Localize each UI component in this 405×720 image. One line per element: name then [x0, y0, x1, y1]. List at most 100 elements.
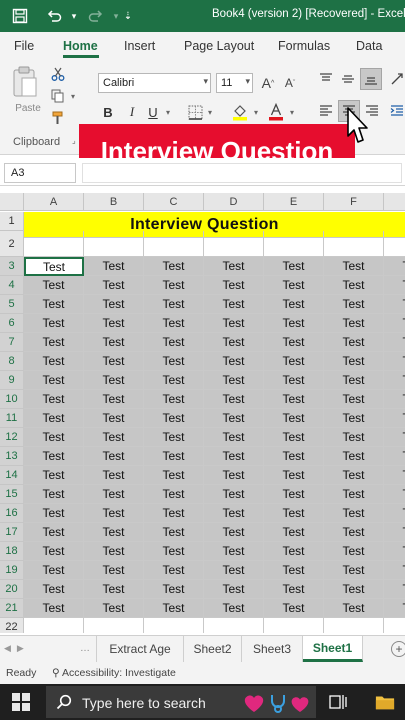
tab-insert[interactable]: Insert — [124, 39, 155, 53]
table-cell[interactable]: Test — [24, 561, 84, 580]
font-size-select[interactable]: 11 ▾ — [216, 73, 253, 93]
table-cell[interactable]: Test — [204, 580, 264, 599]
fill-color-icon[interactable] — [231, 102, 249, 122]
row-header-1[interactable]: 1 — [0, 212, 24, 231]
table-cell[interactable]: Test — [84, 523, 144, 542]
table-cell[interactable]: Test — [84, 466, 144, 485]
table-cell[interactable]: Test — [144, 523, 204, 542]
table-cell[interactable]: Test — [144, 314, 204, 333]
table-cell[interactable]: Test — [84, 542, 144, 561]
table-cell[interactable]: Test — [144, 409, 204, 428]
row-header-2[interactable]: 2 — [0, 231, 24, 257]
table-cell[interactable]: Test — [384, 485, 405, 504]
customize-toolbar-icon[interactable]: ⇣ — [118, 6, 138, 26]
table-cell[interactable]: Test — [264, 542, 324, 561]
table-cell[interactable]: Test — [144, 466, 204, 485]
active-cell[interactable]: Test — [24, 257, 84, 276]
table-cell[interactable]: Test — [204, 485, 264, 504]
row-header-13[interactable]: 13 — [0, 447, 24, 466]
table-cell[interactable]: Test — [24, 333, 84, 352]
task-view-icon[interactable] — [328, 692, 348, 712]
table-cell[interactable]: Test — [24, 295, 84, 314]
windows-start-icon[interactable] — [12, 693, 30, 711]
table-cell[interactable]: Test — [84, 295, 144, 314]
sheet-tab-extract-age[interactable]: Extract Age — [96, 636, 184, 662]
table-cell[interactable]: Test — [24, 466, 84, 485]
table-cell[interactable]: Test — [324, 428, 384, 447]
row-header-5[interactable]: 5 — [0, 295, 24, 314]
table-cell[interactable]: Test — [84, 314, 144, 333]
table-cell[interactable]: Test — [324, 447, 384, 466]
copy-icon[interactable] — [50, 88, 66, 104]
table-cell[interactable]: Test — [204, 333, 264, 352]
table-cell[interactable]: Test — [24, 409, 84, 428]
empty-cell[interactable] — [384, 618, 405, 633]
underline-button[interactable]: U — [145, 102, 161, 122]
row-header-12[interactable]: 12 — [0, 428, 24, 447]
tab-data[interactable]: Data — [356, 39, 382, 53]
table-cell[interactable]: Test — [324, 333, 384, 352]
table-cell[interactable]: Test — [144, 561, 204, 580]
table-cell[interactable]: Test — [24, 542, 84, 561]
table-cell[interactable]: Test — [264, 447, 324, 466]
table-cell[interactable]: Test — [84, 599, 144, 618]
table-cell[interactable]: Test — [84, 371, 144, 390]
table-cell[interactable]: Test — [204, 295, 264, 314]
table-cell[interactable]: Test — [384, 504, 405, 523]
table-cell[interactable]: Test — [384, 409, 405, 428]
bold-button[interactable]: B — [100, 102, 116, 122]
table-cell[interactable]: Test — [324, 276, 384, 295]
table-cell[interactable]: Test — [264, 599, 324, 618]
table-cell[interactable]: Test — [204, 314, 264, 333]
tab-file[interactable]: File — [14, 39, 34, 53]
empty-cell[interactable] — [24, 618, 84, 633]
table-cell[interactable]: Test — [84, 257, 144, 276]
empty-cell[interactable] — [324, 618, 384, 633]
empty-cell[interactable] — [264, 618, 324, 633]
table-cell[interactable]: Test — [24, 390, 84, 409]
table-cell[interactable]: Test — [84, 409, 144, 428]
table-cell[interactable]: Test — [384, 257, 405, 276]
table-cell[interactable]: Test — [84, 504, 144, 523]
table-cell[interactable]: Test — [204, 466, 264, 485]
table-cell[interactable]: Test — [84, 390, 144, 409]
empty-cell[interactable] — [24, 231, 84, 257]
table-cell[interactable]: Test — [324, 390, 384, 409]
table-cell[interactable]: Test — [264, 314, 324, 333]
paste-button[interactable]: Paste — [10, 66, 46, 122]
table-cell[interactable]: Test — [144, 580, 204, 599]
table-cell[interactable]: Test — [144, 371, 204, 390]
table-cell[interactable]: Test — [24, 504, 84, 523]
table-cell[interactable]: Test — [84, 428, 144, 447]
table-cell[interactable]: Test — [324, 295, 384, 314]
table-cell[interactable]: Test — [384, 580, 405, 599]
sheet-nav-arrows[interactable]: ◀ ▶ — [4, 643, 44, 655]
table-cell[interactable]: Test — [384, 390, 405, 409]
table-cell[interactable]: Test — [384, 542, 405, 561]
table-cell[interactable]: Test — [24, 314, 84, 333]
decrease-font-icon[interactable]: Aˇ — [281, 73, 299, 93]
table-cell[interactable]: Test — [264, 504, 324, 523]
table-cell[interactable]: Test — [204, 599, 264, 618]
undo-dropdown-icon[interactable]: ▾ — [64, 6, 84, 26]
column-header-e[interactable]: E — [264, 193, 324, 211]
row-header-3[interactable]: 3 — [0, 257, 24, 276]
empty-cell[interactable] — [204, 231, 264, 257]
align-top-icon[interactable] — [317, 70, 335, 88]
borders-icon[interactable] — [186, 103, 204, 121]
orientation-icon[interactable] — [389, 70, 405, 88]
table-cell[interactable]: Test — [324, 485, 384, 504]
more-sheets-icon[interactable]: … — [80, 643, 90, 654]
table-cell[interactable]: Test — [144, 257, 204, 276]
table-cell[interactable]: Test — [384, 333, 405, 352]
sheet-tab-sheet3[interactable]: Sheet3 — [242, 636, 303, 662]
column-header-a[interactable]: A — [24, 193, 84, 211]
table-cell[interactable]: Test — [264, 257, 324, 276]
table-cell[interactable]: Test — [24, 371, 84, 390]
table-cell[interactable]: Test — [204, 523, 264, 542]
taskbar-search-box[interactable]: Type here to search — [46, 686, 316, 718]
table-cell[interactable]: Test — [24, 580, 84, 599]
row-header-15[interactable]: 15 — [0, 485, 24, 504]
table-cell[interactable]: Test — [24, 352, 84, 371]
cut-icon[interactable] — [50, 66, 66, 82]
